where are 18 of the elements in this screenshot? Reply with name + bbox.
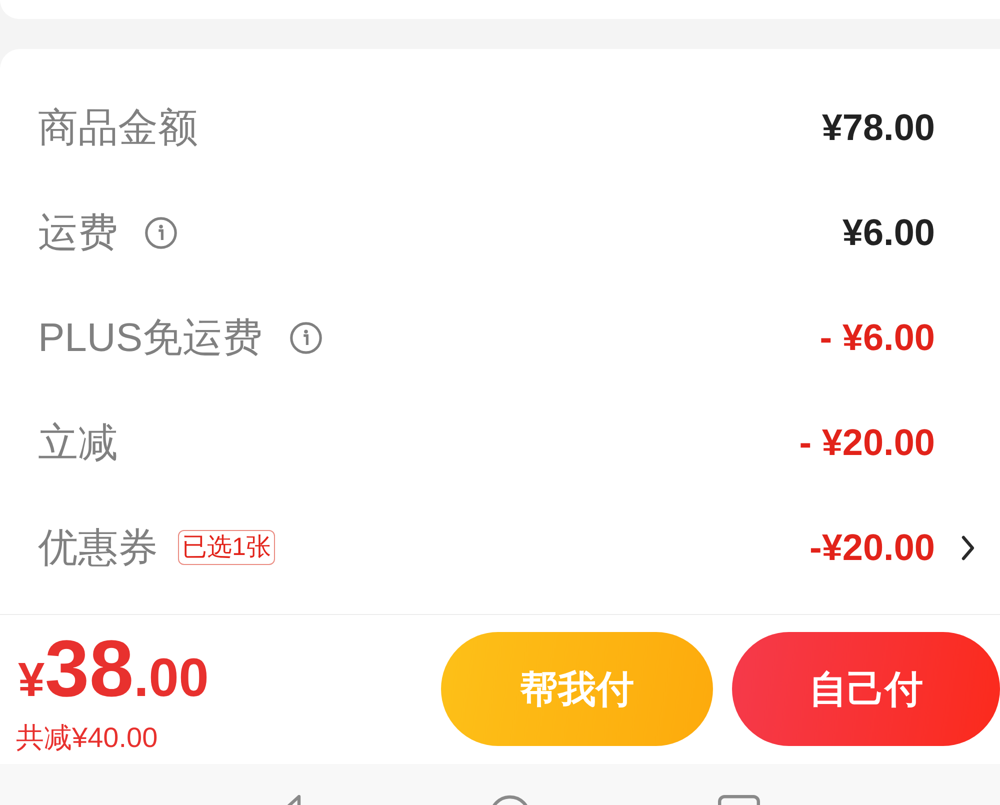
price-amount: - ¥20.00 bbox=[799, 420, 935, 464]
price-label: 优惠券 bbox=[38, 524, 158, 572]
price-amount: ¥78.00 bbox=[822, 106, 935, 150]
info-icon[interactable] bbox=[290, 322, 322, 354]
chevron-right-icon[interactable] bbox=[961, 534, 975, 560]
total-discount: 共减¥40.00 bbox=[16, 722, 158, 754]
home-icon[interactable] bbox=[490, 795, 530, 805]
price-label: PLUS免运费 bbox=[38, 314, 262, 362]
price-label: 商品金额 bbox=[38, 104, 198, 152]
pay-myself-button[interactable]: 自己付 bbox=[732, 632, 1000, 746]
info-icon[interactable] bbox=[145, 216, 177, 248]
price-amount: -¥20.00 bbox=[810, 526, 935, 570]
price-label: 立减 bbox=[38, 420, 118, 466]
price-amount: ¥6.00 bbox=[842, 210, 935, 254]
price-amount: - ¥6.00 bbox=[820, 316, 935, 360]
total-price: ¥38.00 bbox=[18, 627, 209, 711]
price-label: 运费 bbox=[38, 210, 118, 256]
coupon-count-tag: 已选1张 bbox=[178, 530, 275, 565]
